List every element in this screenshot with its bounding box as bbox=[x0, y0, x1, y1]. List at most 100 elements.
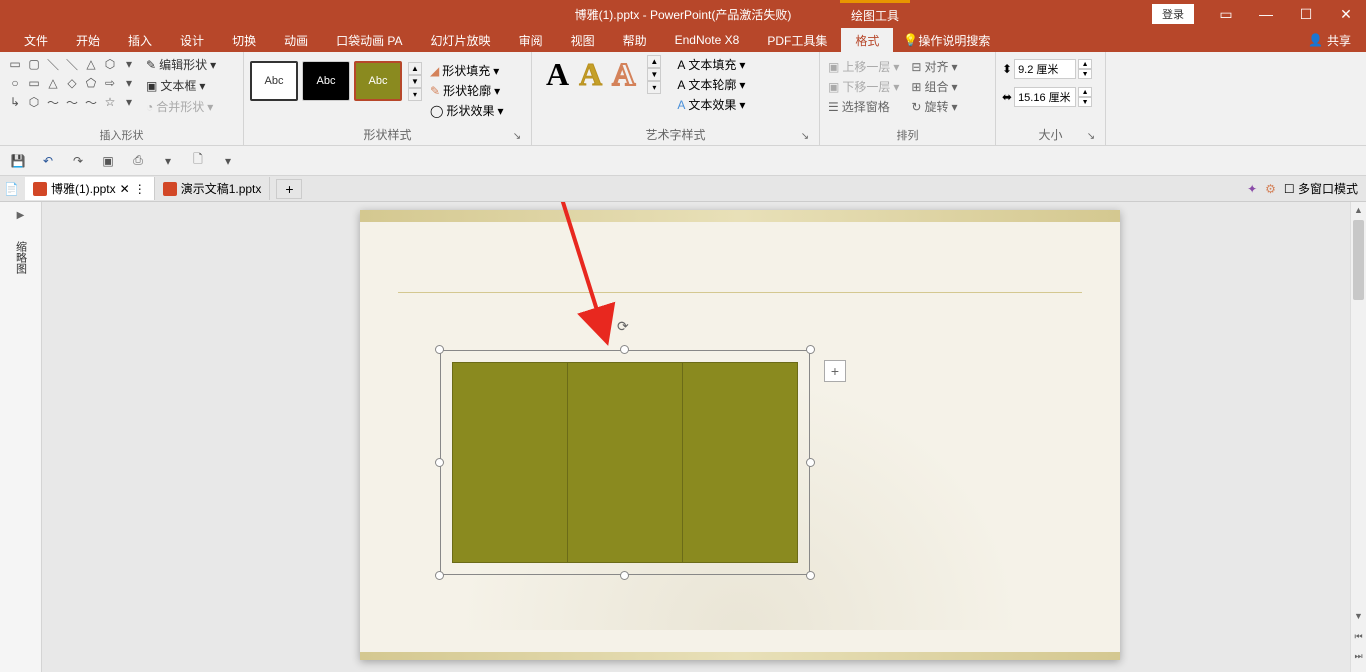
add-shape-button[interactable]: + bbox=[824, 360, 846, 382]
doc-right-icon[interactable]: ✦ bbox=[1247, 182, 1257, 196]
tab-slideshow[interactable]: 幻灯片放映 bbox=[417, 28, 505, 53]
qat-customize-icon[interactable]: ▾ bbox=[218, 151, 238, 171]
ribbon-display-options-icon[interactable]: ▭ bbox=[1206, 0, 1246, 28]
tab-insert[interactable]: 插入 bbox=[114, 28, 166, 53]
shape-icon[interactable]: ▾ bbox=[120, 74, 138, 92]
shape-outline-button[interactable]: ✎形状轮廓▾ bbox=[428, 81, 505, 100]
settings-icon[interactable]: ⚙ bbox=[1265, 182, 1276, 196]
document-tab[interactable]: 演示文稿1.pptx bbox=[155, 177, 271, 200]
panel-collapse-icon[interactable]: ▶ bbox=[17, 210, 25, 221]
width-input[interactable] bbox=[1014, 87, 1076, 107]
bring-forward-button[interactable]: ▣上移一层▾ bbox=[826, 57, 901, 76]
align-button[interactable]: ⊟对齐▾ bbox=[909, 57, 959, 76]
close-tab-icon[interactable]: ✕ bbox=[120, 182, 130, 196]
shape-icon[interactable]: △ bbox=[82, 55, 100, 73]
shape-icon[interactable]: ○ bbox=[6, 74, 24, 92]
tell-me-search[interactable]: 💡 操作说明搜索 bbox=[903, 32, 990, 49]
tab-help[interactable]: 帮助 bbox=[609, 28, 661, 53]
wordart-preset[interactable]: A bbox=[546, 56, 569, 93]
shape-icon[interactable]: 〜 bbox=[82, 93, 100, 111]
dialog-launcher-icon[interactable]: ↘ bbox=[511, 131, 523, 143]
merge-shapes-button[interactable]: ◔合并形状▾ bbox=[144, 97, 218, 116]
resize-handle[interactable] bbox=[806, 571, 815, 580]
gallery-up-icon[interactable]: ▲ bbox=[408, 62, 422, 75]
next-slide-icon[interactable]: ⏭ bbox=[1351, 648, 1366, 664]
tab-pocket-anim[interactable]: 口袋动画 PA bbox=[322, 28, 416, 53]
tab-review[interactable]: 审阅 bbox=[505, 28, 557, 53]
tab-transitions[interactable]: 切换 bbox=[218, 28, 270, 53]
vertical-scrollbar[interactable]: ▲ ▼ ⏮ ⏭ bbox=[1350, 202, 1366, 672]
shape-effects-button[interactable]: ◯形状效果▾ bbox=[428, 101, 505, 120]
gallery-up-icon[interactable]: ▲ bbox=[647, 55, 661, 68]
text-box-button[interactable]: ▣文本框▾ bbox=[144, 76, 218, 95]
tab-format[interactable]: 格式 bbox=[841, 28, 893, 53]
text-outline-button[interactable]: A文本轮廓▾ bbox=[675, 75, 747, 94]
qat-dropdown-icon[interactable]: ▾ bbox=[158, 151, 178, 171]
group-button[interactable]: ⊞组合▾ bbox=[909, 77, 959, 96]
selected-shape[interactable]: ⟳ + bbox=[440, 350, 810, 575]
login-button[interactable]: 登录 bbox=[1152, 4, 1194, 24]
multi-window-button[interactable]: ☐ 多窗口模式 bbox=[1284, 180, 1358, 197]
new-document-tab[interactable]: + bbox=[276, 179, 302, 199]
tab-menu-icon[interactable]: ⋮ bbox=[134, 182, 146, 196]
shape-style-gallery[interactable]: Abc Abc Abc ▲ ▼ ▾ bbox=[250, 61, 422, 101]
spinner-down-icon[interactable]: ▼ bbox=[1078, 97, 1092, 107]
share-button[interactable]: 👤 共享 bbox=[1308, 32, 1351, 49]
start-from-beginning-icon[interactable]: ▣ bbox=[98, 151, 118, 171]
document-tab[interactable]: 博雅(1).pptx ✕ ⋮ bbox=[25, 177, 155, 200]
style-preset[interactable]: Abc bbox=[302, 61, 350, 101]
shape-icon[interactable]: ▭ bbox=[6, 55, 24, 73]
shape-icon[interactable]: ▾ bbox=[120, 55, 138, 73]
resize-handle[interactable] bbox=[620, 571, 629, 580]
tab-endnote[interactable]: EndNote X8 bbox=[661, 29, 754, 51]
gallery-down-icon[interactable]: ▼ bbox=[647, 68, 661, 81]
tab-file[interactable]: 文件 bbox=[10, 28, 62, 53]
style-preset[interactable]: Abc bbox=[354, 61, 402, 101]
wordart-preset[interactable]: A bbox=[579, 56, 602, 93]
resize-handle[interactable] bbox=[435, 345, 444, 354]
undo-icon[interactable]: ↶ bbox=[38, 151, 58, 171]
text-fill-button[interactable]: A文本填充▾ bbox=[675, 55, 747, 74]
gallery-more-icon[interactable]: ▾ bbox=[647, 81, 661, 94]
shapes-gallery[interactable]: ▭▢＼＼△⬡▾ ○▭△◇⬠⇨▾ ↳⬡〜〜〜☆▾ bbox=[6, 55, 138, 111]
wordart-preset[interactable]: A bbox=[612, 56, 635, 93]
shape-icon[interactable]: ▢ bbox=[25, 55, 43, 73]
shape-icon[interactable]: ⇨ bbox=[101, 74, 119, 92]
rotate-button[interactable]: ↻旋转▾ bbox=[909, 97, 959, 116]
shape-icon[interactable]: ↳ bbox=[6, 93, 24, 111]
shape-icon[interactable]: ◇ bbox=[63, 74, 81, 92]
tab-design[interactable]: 设计 bbox=[166, 28, 218, 53]
scroll-thumb[interactable] bbox=[1353, 220, 1364, 300]
edit-shape-button[interactable]: ✎编辑形状▾ bbox=[144, 55, 218, 74]
shape-icon[interactable]: △ bbox=[44, 74, 62, 92]
resize-handle[interactable] bbox=[806, 458, 815, 467]
resize-handle[interactable] bbox=[806, 345, 815, 354]
shape-icon[interactable]: ⬡ bbox=[101, 55, 119, 73]
redo-icon[interactable]: ↷ bbox=[68, 151, 88, 171]
shape-icon[interactable]: ▭ bbox=[25, 74, 43, 92]
tab-pdf[interactable]: PDF工具集 bbox=[753, 28, 841, 53]
wordart-gallery[interactable]: A A A ▲ ▼ ▾ bbox=[538, 55, 669, 94]
style-preset[interactable]: Abc bbox=[250, 61, 298, 101]
shape-fill-button[interactable]: ◢形状填充▾ bbox=[428, 61, 505, 80]
resize-handle[interactable] bbox=[620, 345, 629, 354]
text-effects-button[interactable]: A文本效果▾ bbox=[675, 95, 747, 114]
shape-icon[interactable]: ＼ bbox=[63, 55, 81, 73]
new-file-icon[interactable]: 🗋 bbox=[188, 151, 208, 171]
close-button[interactable]: ✕ bbox=[1326, 0, 1366, 28]
shape-icon[interactable]: ☆ bbox=[101, 93, 119, 111]
shape-icon[interactable]: ＼ bbox=[44, 55, 62, 73]
shape-more-icon[interactable]: ▾ bbox=[120, 93, 138, 111]
spinner-up-icon[interactable]: ▲ bbox=[1078, 87, 1092, 97]
resize-handle[interactable] bbox=[435, 458, 444, 467]
spinner-up-icon[interactable]: ▲ bbox=[1078, 59, 1092, 69]
maximize-button[interactable]: ☐ bbox=[1286, 0, 1326, 28]
resize-handle[interactable] bbox=[435, 571, 444, 580]
shape-icon[interactable]: 〜 bbox=[63, 93, 81, 111]
selection-pane-button[interactable]: ☰选择窗格 bbox=[826, 97, 901, 116]
tab-home[interactable]: 开始 bbox=[62, 28, 114, 53]
height-input[interactable] bbox=[1014, 59, 1076, 79]
shape-rectangle[interactable] bbox=[452, 362, 798, 563]
slide-canvas[interactable]: ⟳ + ▲ ▼ ⏮ ⏭ bbox=[42, 202, 1366, 672]
shape-icon[interactable]: ⬠ bbox=[82, 74, 100, 92]
